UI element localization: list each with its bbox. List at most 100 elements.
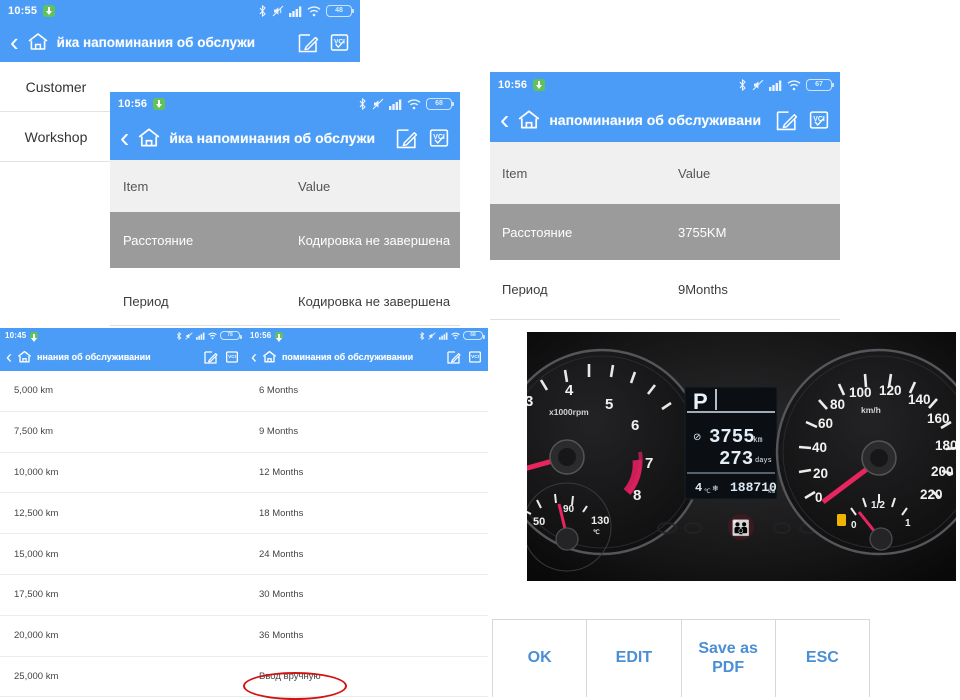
speed-tick-40: 40 [812,440,827,455]
list-item-label: 6 Months [259,385,299,397]
save-pdf-line1: Save as [698,640,758,658]
edit-icon[interactable] [396,127,418,149]
ok-button[interactable]: OK [493,620,588,697]
list-item-label: 17,500 km [14,589,59,601]
back-icon[interactable]: ‹ [500,106,509,134]
list-item[interactable]: 20,000 km [0,616,245,657]
tach-unit-label: x1000rpm [549,407,589,417]
svg-text:VCI: VCI [471,354,479,359]
table-row[interactable]: Период Кодировка не завершена [110,278,460,326]
list-item[interactable]: 10,000 km [0,453,245,494]
wifi-icon [208,332,217,339]
mute-icon [428,331,436,340]
signal-icon [289,6,302,17]
list-item[interactable]: 17,500 km [0,575,245,616]
row-item-label: Расстояние [502,224,573,240]
coolant-tick-130: 130 [591,515,609,527]
outside-temperature: 4 [695,481,702,495]
row-item-label: Период [502,282,548,297]
list-item[interactable]: 5,000 km [0,371,245,412]
vci-icon[interactable]: VCI [468,350,482,364]
wifi-icon [307,5,321,16]
edit-icon[interactable] [447,350,461,364]
mute-icon [185,331,193,340]
svg-text:👪: 👪 [732,519,751,537]
appbar-actions: VCI [396,127,450,149]
home-icon[interactable] [17,350,32,364]
download-icon [275,331,284,342]
list-item-label: 12,500 km [14,507,59,519]
list-item[interactable]: 15,000 km [0,534,245,575]
vci-icon[interactable]: VCI [329,32,350,53]
home-icon[interactable] [517,109,541,131]
table-row[interactable]: Расстояние Кодировка не завершена [110,212,460,268]
gear-indicator: P [693,389,708,414]
distance-option-list: 5,000 km 7,500 km 10,000 km 12,500 km 15,000… [0,371,245,697]
appbar-actions: VCI [776,109,830,131]
sidebar-item-workshop[interactable]: Workshop [0,112,112,162]
vci-icon[interactable]: VCI [225,350,239,364]
list-item[interactable]: 30 Months [245,575,488,616]
back-icon[interactable]: ‹ [251,348,257,366]
vci-icon[interactable]: VCI [808,109,830,131]
mute-icon [372,98,384,110]
list-item-label: 15,000 km [14,548,59,560]
list-item[interactable]: 36 Months [245,616,488,657]
sidebar-item-label: Customer [25,78,87,95]
edit-icon[interactable] [298,32,319,53]
list-item[interactable]: Ввод вручную [245,657,488,697]
edit-button[interactable]: EDIT [587,620,682,697]
page-title: поминания об обслуживании [282,352,414,362]
list-item-label: 18 Months [259,507,304,519]
row-value: 3755KM [678,224,727,240]
battery-icon: 68 [426,98,454,110]
page-title: ннания об обслуживании [37,352,151,362]
panel-bottom-left-screenshot: 10:45 78 ‹ ннания об обслуживании VCI 5,… [0,328,245,697]
home-icon[interactable] [262,350,277,364]
list-item-label: 9 Months [259,426,299,438]
svg-text:VCI: VCI [228,354,236,359]
list-item[interactable]: 18 Months [245,493,488,535]
home-icon[interactable] [137,127,161,149]
column-header-item: Item [123,178,149,194]
table-row[interactable]: Период 9Months [490,260,840,320]
tach-tick-4: 4 [565,382,574,399]
row-value: 9Months [678,282,728,297]
column-header-value: Value [298,178,331,194]
panel-mid-left-screenshot: 10:56 68 ‹ йка напоминания об обслужи VC… [110,92,460,278]
vci-icon[interactable]: VCI [428,127,450,149]
app-title-bar: ‹ йка напоминания об обслужи VCI [110,116,460,160]
list-item[interactable]: 12 Months [245,453,488,494]
esc-button[interactable]: ESC [776,620,869,697]
speed-tick-120: 120 [879,383,902,398]
list-item[interactable]: 25,000 km [0,657,245,697]
table-row[interactable]: Расстояние 3755KM [490,204,840,260]
speed-tick-140: 140 [908,392,931,407]
app-title-bar: ‹ напоминания об обслуживани VCI [490,98,840,142]
save-as-pdf-button[interactable]: Save as PDF [682,620,776,697]
list-item[interactable]: 24 Months [245,534,488,575]
back-icon[interactable]: ‹ [120,124,129,152]
service-icon: ⊘ [693,433,701,444]
speed-tick-200: 200 [931,464,954,479]
list-item[interactable]: 9 Months [245,412,488,453]
speed-tick-60: 60 [818,416,833,431]
bluetooth-icon [419,331,425,340]
fuel-tick-full: 1 [905,518,911,529]
edit-icon[interactable] [204,350,218,364]
back-icon[interactable]: ‹ [6,348,12,366]
sidebar-item-customer[interactable]: Customer [0,62,112,112]
status-time: 10:56 [250,331,272,340]
list-item[interactable]: 7,500 km [0,412,245,453]
edit-icon[interactable] [776,109,798,131]
home-icon[interactable] [27,32,49,52]
status-time: 10:56 [498,79,528,91]
coolant-tick-50: 50 [533,516,545,528]
row-item-label: Расстояние [123,232,194,248]
back-icon[interactable]: ‹ [10,29,19,55]
period-option-list: 6 Months 9 Months 12 Months 18 Months 24 Mon… [245,371,488,697]
service-distance-unit: km [753,436,763,445]
list-item[interactable]: 12,500 km [0,493,245,535]
list-item[interactable]: 6 Months [245,371,488,412]
list-item-label: 7,500 km [14,426,54,438]
